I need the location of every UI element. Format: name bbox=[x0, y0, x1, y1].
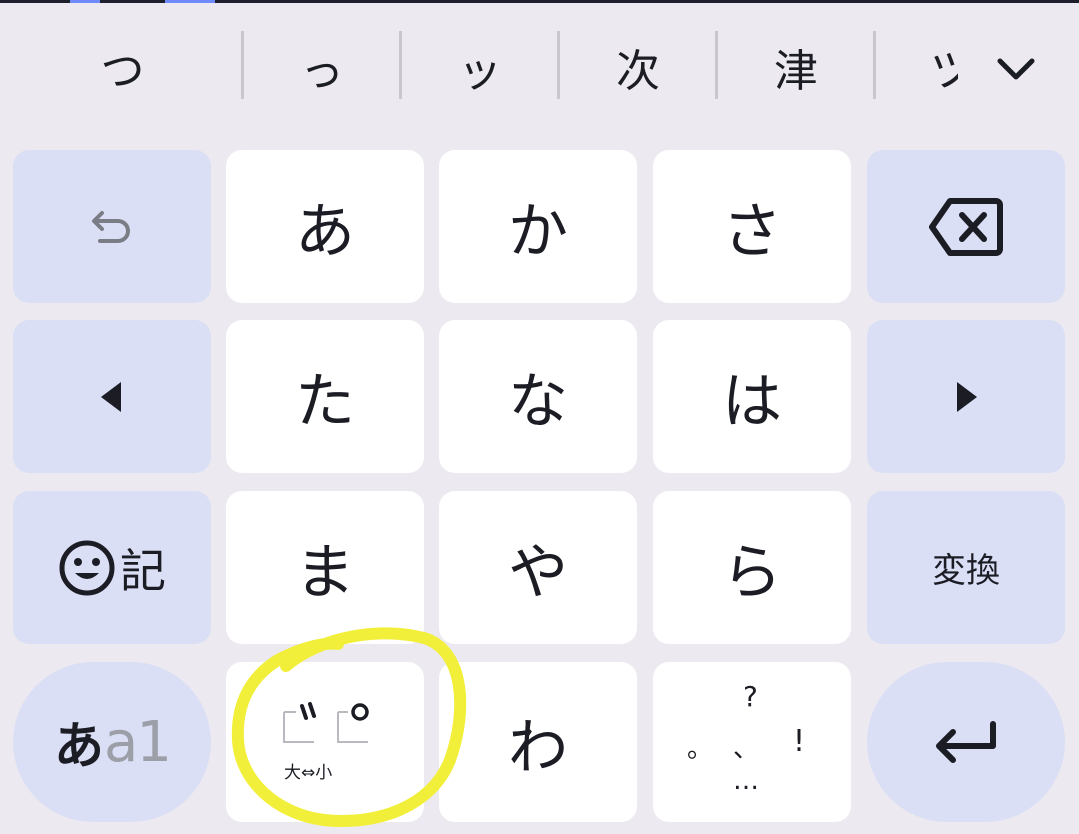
cursor-right-key[interactable] bbox=[867, 320, 1065, 473]
undo-icon bbox=[92, 210, 130, 243]
punct-ellipsis: … bbox=[733, 766, 759, 796]
dakuten-icon bbox=[283, 702, 369, 743]
key-sa[interactable]: さ bbox=[653, 150, 851, 303]
key-wa[interactable]: わ bbox=[439, 662, 637, 822]
dakuten-key[interactable]: 大⇔小 bbox=[226, 662, 424, 822]
emoji-symbol-key[interactable]: 記 bbox=[13, 491, 211, 644]
right-arrow-icon bbox=[957, 381, 977, 412]
suggestion-item[interactable]: 津 bbox=[720, 31, 872, 103]
suggestion-strip: つ っ ッ 次 津 ツ bbox=[0, 3, 1079, 130]
key-ka[interactable]: か bbox=[439, 150, 637, 303]
suggestion-item[interactable]: つ bbox=[40, 31, 205, 103]
input-mode-key[interactable]: あ a1 bbox=[13, 662, 211, 822]
enter-key[interactable] bbox=[867, 662, 1065, 822]
punct-period: 。 bbox=[687, 734, 714, 764]
key-ma[interactable]: ま bbox=[226, 491, 424, 644]
chevron-down-icon[interactable] bbox=[990, 45, 1042, 93]
convert-key[interactable]: 変換 bbox=[867, 491, 1065, 644]
key-ha[interactable]: は bbox=[653, 320, 851, 473]
mode-alpha-label: a1 bbox=[104, 709, 172, 775]
punct-comma: 、 bbox=[733, 734, 760, 764]
suggestion-item[interactable]: っ bbox=[246, 31, 398, 103]
undo-key[interactable] bbox=[13, 150, 211, 303]
emoji-symbol-label: 記 bbox=[120, 543, 166, 598]
enter-icon bbox=[936, 721, 996, 763]
punct-question: ? bbox=[743, 680, 758, 713]
key-ya[interactable]: や bbox=[439, 491, 637, 644]
suggestion-item[interactable]: 次 bbox=[562, 31, 714, 103]
suggestion-divider bbox=[399, 31, 402, 99]
punct-exclaim: ! bbox=[793, 724, 806, 759]
suggestion-item[interactable]: ツ bbox=[930, 31, 958, 103]
suggestion-divider bbox=[557, 31, 560, 99]
dakuten-size-label: 大⇔小 bbox=[284, 763, 333, 783]
suggestion-divider bbox=[241, 31, 244, 99]
suggestion-divider bbox=[715, 31, 718, 99]
key-ta[interactable]: た bbox=[226, 320, 424, 473]
key-a[interactable]: あ bbox=[226, 150, 424, 303]
emoji-icon bbox=[59, 540, 115, 595]
punctuation-key[interactable]: ? 。 、 ! … bbox=[653, 662, 851, 822]
suggestion-item[interactable]: ッ bbox=[404, 31, 556, 103]
key-ra[interactable]: ら bbox=[653, 491, 851, 644]
mode-kana-label: あ bbox=[54, 717, 105, 775]
suggestion-item-clip: ツ bbox=[930, 31, 958, 103]
backspace-icon bbox=[929, 197, 1003, 256]
cursor-left-key[interactable] bbox=[13, 320, 211, 473]
suggestion-divider bbox=[873, 31, 876, 99]
backspace-key[interactable] bbox=[867, 150, 1065, 303]
key-na[interactable]: な bbox=[439, 320, 637, 473]
left-arrow-icon bbox=[101, 381, 121, 412]
